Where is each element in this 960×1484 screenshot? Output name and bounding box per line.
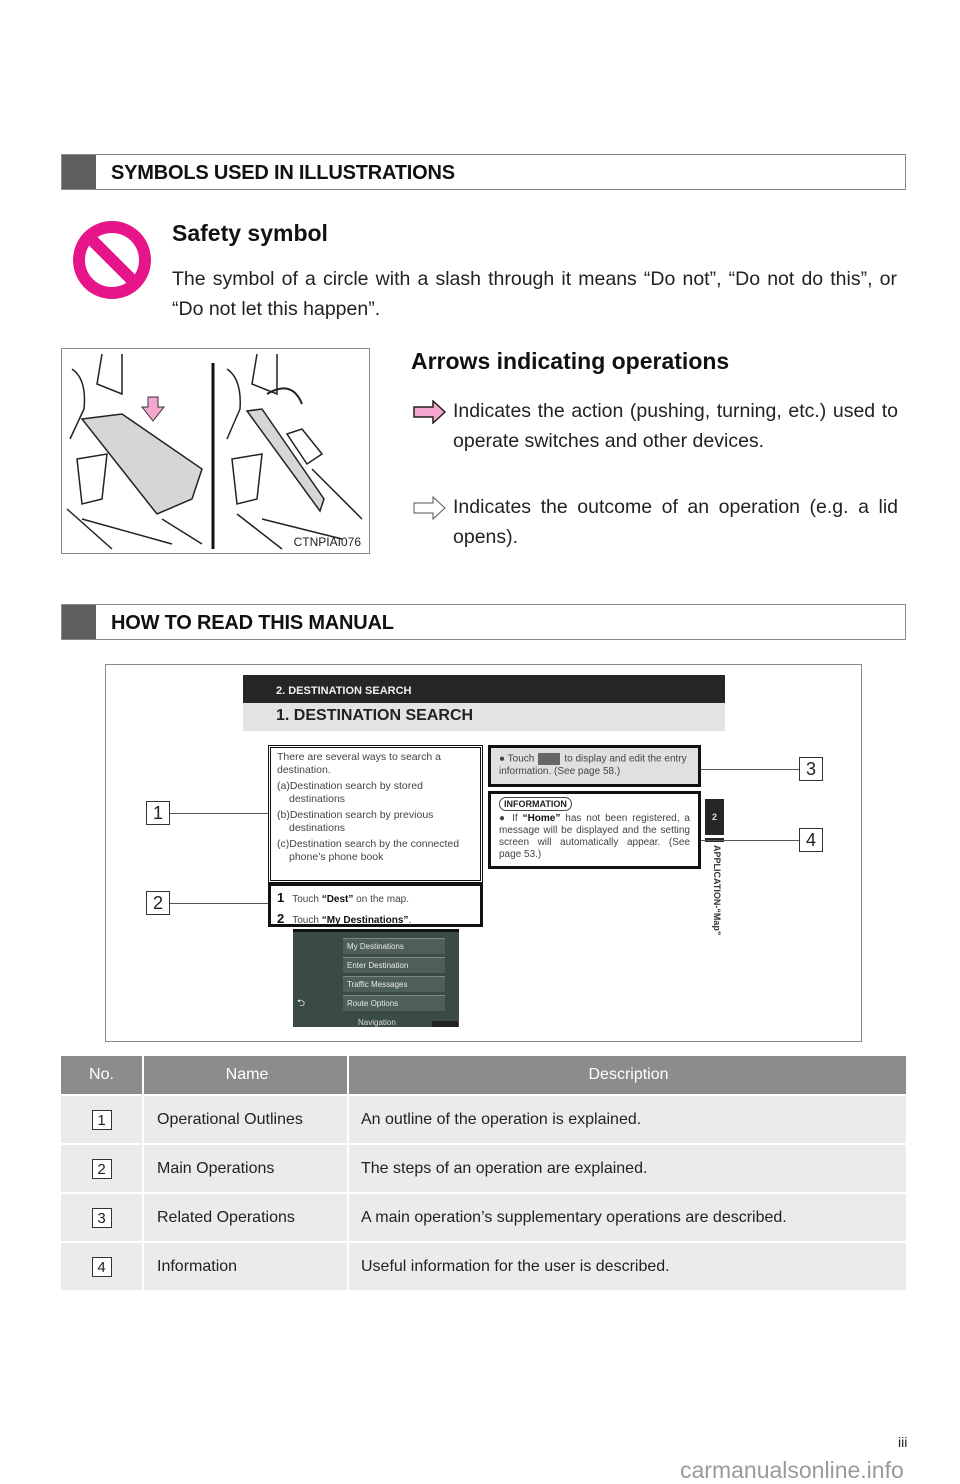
row-name: Information — [144, 1243, 349, 1290]
row-name: Related Operations — [144, 1194, 349, 1241]
prohibition-icon — [73, 221, 151, 299]
screen-menu-item: Enter Destination — [343, 957, 445, 973]
row-description: An outline of the operation is explained… — [361, 1110, 642, 1128]
step-bold: “Dest” — [321, 894, 354, 905]
step-item: 1 Touch “Dest” on the map. — [277, 888, 474, 909]
chapter-tab: 2 — [705, 799, 724, 835]
outline-item: (b)Destination search by previous destin… — [277, 809, 434, 834]
outline-item: (c)Destination search by the connected p… — [277, 838, 460, 863]
screen-code — [432, 1021, 458, 1027]
step-bold: “My Destinations” — [321, 915, 409, 926]
console-lid-illustration: CTNPIAI076 — [61, 348, 370, 554]
header-name: Name — [144, 1056, 349, 1094]
section-bar: 1. DESTINATION SEARCH — [243, 703, 725, 731]
callout-2: 2 — [146, 891, 170, 915]
back-icon: ⮌ — [297, 998, 306, 1009]
number-box: 3 — [91, 1207, 112, 1228]
safety-symbol-title: Safety symbol — [172, 220, 328, 246]
table-header-row: No. Name Description — [61, 1056, 906, 1096]
callout-3: 3 — [799, 757, 823, 781]
section-header-tab — [62, 155, 96, 189]
number-box: 4 — [91, 1256, 112, 1277]
section-header-how-to-read: HOW TO READ THIS MANUAL — [61, 604, 906, 640]
callout-1: 1 — [146, 801, 170, 825]
step-text: on the map. — [353, 894, 409, 905]
screen-menu-item: Route Options — [343, 995, 445, 1011]
chapter-vertical-label: APPLICATION-“Map” — [712, 845, 722, 936]
row-no-cell: 1 — [61, 1096, 144, 1143]
section-title: SYMBOLS USED IN ILLUSTRATIONS — [111, 162, 455, 184]
outcome-arrow-icon — [413, 496, 446, 520]
info-text: ● If — [499, 813, 523, 824]
table-row: 3 Related Operations A main operation’s … — [61, 1194, 906, 1243]
watermark-link[interactable]: carmanualsonline.info — [680, 1457, 904, 1484]
outline-intro: There are several ways to search a desti… — [277, 751, 441, 776]
illustration-code: CTNPIAI076 — [293, 535, 361, 549]
information-box: INFORMATION ● If “Home” has not been reg… — [488, 791, 701, 869]
table-row: 2 Main Operations The steps of an operat… — [61, 1145, 906, 1194]
callout-leader — [701, 840, 799, 841]
row-no-cell: 3 — [61, 1194, 144, 1241]
row-no-cell: 2 — [61, 1145, 144, 1192]
header-description: Description — [588, 1066, 669, 1083]
chapter-bar-text: 2. DESTINATION SEARCH — [276, 685, 412, 697]
step-item: 2 Touch “My Destinations”. — [277, 909, 474, 930]
row-description: The steps of an operation are explained. — [361, 1159, 648, 1177]
callout-leader — [701, 769, 799, 770]
outline-item: (a)Destination search by stored destinat… — [277, 780, 423, 805]
legend-table: No. Name Description 1 Operational Outli… — [61, 1056, 906, 1292]
edit-button-icon — [538, 753, 561, 765]
safety-symbol-text: The symbol of a circle with a slash thro… — [172, 268, 897, 320]
page-number: iii — [898, 1434, 908, 1450]
navigation-screen-image: My Destinations Enter Destination Traffi… — [293, 929, 459, 1027]
section-bar-text: 1. DESTINATION SEARCH — [276, 707, 474, 724]
row-description: Useful information for the user is descr… — [361, 1257, 670, 1275]
arrow-legend-item: Indicates the action (pushing, turning, … — [411, 396, 898, 456]
table-row: 1 Operational Outlines An outline of the… — [61, 1096, 906, 1145]
section-header-symbols: SYMBOLS USED IN ILLUSTRATIONS — [61, 154, 906, 190]
table-row: 4 Information Useful information for the… — [61, 1243, 906, 1292]
step-text: . — [408, 915, 412, 926]
operational-outline-box: There are several ways to search a desti… — [268, 745, 483, 883]
related-operations-box: ● Touch to display and edit the entry inf… — [488, 745, 701, 787]
info-bold: “Home” — [522, 813, 561, 824]
callout-leader — [170, 813, 268, 814]
section-header-tab — [62, 605, 96, 639]
chapter-bar: 2. DESTINATION SEARCH — [243, 675, 725, 703]
callout-4: 4 — [799, 828, 823, 852]
callout-leader — [170, 903, 268, 904]
step-number: 2 — [277, 911, 285, 926]
arrow-legend-text: Indicates the action (pushing, turning, … — [453, 400, 898, 452]
action-arrow-icon — [413, 400, 447, 424]
arrow-legend-text: Indicates the outcome of an operation (e… — [453, 496, 898, 548]
number-box: 2 — [91, 1158, 112, 1179]
step-number: 1 — [277, 890, 285, 905]
section-title: HOW TO READ THIS MANUAL — [111, 612, 394, 634]
arrow-legend-item: Indicates the outcome of an operation (e… — [411, 492, 898, 552]
screen-menu-item: My Destinations — [343, 938, 445, 954]
step-text: Touch — [292, 894, 322, 905]
console-drawing — [66, 353, 363, 550]
row-no-cell: 4 — [61, 1243, 144, 1290]
related-text: ● Touch — [499, 753, 535, 765]
information-label: INFORMATION — [499, 797, 572, 811]
information-text: ● If “Home” has not been registered, a m… — [499, 813, 690, 861]
screen-menu-item: Traffic Messages — [343, 976, 445, 992]
row-name: Operational Outlines — [144, 1096, 349, 1143]
arrows-title: Arrows indicating operations — [411, 348, 730, 374]
main-operations-box: 1 Touch “Dest” on the map. 2 Touch “My Des… — [268, 883, 483, 927]
number-box: 1 — [91, 1109, 112, 1130]
screen-bottom-label: Navigation — [358, 1018, 396, 1027]
row-description: A main operation’s supplementary operati… — [361, 1208, 787, 1226]
header-no: No. — [61, 1056, 144, 1094]
step-text: Touch — [292, 915, 322, 926]
row-name: Main Operations — [144, 1145, 349, 1192]
sample-page-figure: 2. DESTINATION SEARCH 1. DESTINATION SEA… — [105, 664, 862, 1042]
